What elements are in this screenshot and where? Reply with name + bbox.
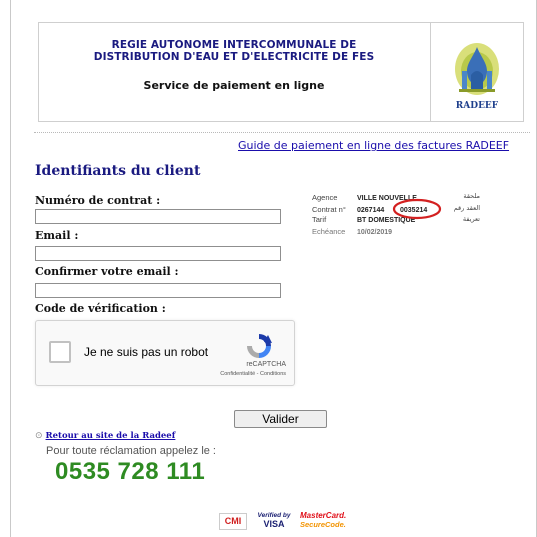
recaptcha-brand: reCAPTCHA [246, 361, 286, 368]
title-line-2: DISTRIBUTION D'EAU ET D'ELECTRICITE DE F… [93, 51, 375, 63]
invoice-sample-image: Agence Contrat n° Tarif Echéance VILLE N… [312, 188, 482, 238]
svg-text:10/02/2019: 10/02/2019 [357, 229, 392, 236]
facture-arabic-2: العقد رقم [454, 204, 480, 212]
organization-title: REGIE AUTONOME INTERCOMMUNALE DE DISTRIB… [39, 39, 429, 63]
facture-label-tarif: Tarif [312, 215, 327, 224]
radeef-logo: RADEEF [430, 23, 523, 121]
email-label: Email : [35, 229, 79, 242]
radeef-emblem-icon [455, 43, 499, 95]
header-box: REGIE AUTONOME INTERCOMMUNALE DE DISTRIB… [38, 22, 524, 122]
facture-arabic-1: ملحقة [463, 192, 480, 200]
recaptcha-widget: Je ne suis pas un robot reCAPTCHA Confid… [35, 320, 295, 386]
section-title: Identifiants du client [35, 163, 201, 179]
header-divider [34, 132, 530, 133]
svg-text:Echéance: Echéance [312, 227, 345, 236]
claim-text: Pour toute réclamation appelez le : [46, 445, 216, 457]
circle-arrow-icon: ⊙ [35, 431, 43, 441]
logo-text: RADEEF [455, 101, 499, 111]
facture-value-contract-a: 0267144 [357, 207, 384, 214]
mastercard-securecode-logo: MasterCard. SecureCode. [300, 511, 347, 529]
service-subtitle: Service de paiement en ligne [143, 79, 325, 92]
facture-label-contrat: Contrat n° [312, 205, 346, 214]
invoice-sample-graphic: Agence Contrat n° Tarif Echéance VILLE N… [312, 192, 480, 236]
recaptcha-checkbox[interactable] [49, 341, 71, 363]
verification-code-label: Code de vérification : [35, 302, 166, 315]
cmi-logo: CMI [219, 513, 247, 530]
submit-button[interactable]: Valider [234, 410, 327, 428]
facture-label-agence: Agence [312, 193, 337, 202]
facture-value-contract-b: 0035214 [400, 207, 427, 214]
payment-guide-link[interactable]: Guide de paiement en ligne des factures … [238, 139, 509, 152]
title-line-1: REGIE AUTONOME INTERCOMMUNALE DE [111, 39, 357, 51]
recaptcha-terms-link[interactable]: Confidentialité - Conditions [220, 371, 286, 377]
recaptcha-logo-icon [247, 334, 272, 358]
back-link-row: ⊙ Retour au site de la Radeef [35, 431, 175, 441]
recaptcha-label: Je ne suis pas un robot [84, 345, 209, 359]
verified-by-visa-logo: Verified by VISA [257, 512, 291, 529]
email-input[interactable] [35, 246, 281, 261]
back-to-radeef-link[interactable]: Retour au site de la Radeef [46, 431, 176, 441]
contract-number-label: Numéro de contrat : [35, 194, 161, 207]
confirm-email-label: Confirmer votre email : [35, 265, 179, 278]
confirm-email-input[interactable] [35, 283, 281, 298]
phone-number: 0535 728 111 [55, 458, 206, 485]
facture-arabic-3: تعريفة [463, 215, 480, 223]
contract-number-input[interactable] [35, 209, 281, 224]
